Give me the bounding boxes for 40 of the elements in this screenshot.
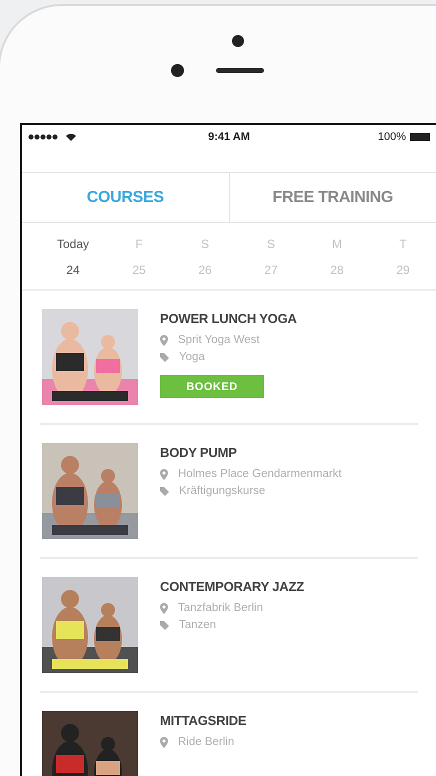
location-pin-icon xyxy=(160,736,168,748)
battery-icon xyxy=(410,133,430,141)
course-category: Tanzen xyxy=(179,619,216,631)
course-title: MITTAGSRIDE xyxy=(160,713,246,728)
location-pin-icon xyxy=(160,468,168,480)
course-title: CONTEMPORARY JAZZ xyxy=(160,579,304,594)
course-category: Kräftigungskurse xyxy=(179,485,266,497)
day-weekday[interactable]: Today xyxy=(56,237,90,251)
day-date[interactable]: 29 xyxy=(396,263,410,277)
status-time: 9:41 AM xyxy=(208,131,250,143)
tag-icon xyxy=(160,486,169,496)
day-weekday[interactable]: S xyxy=(200,237,209,251)
course-title: BODY PUMP xyxy=(160,445,238,460)
day-weekday[interactable]: F xyxy=(135,237,143,251)
course-category: Yoga xyxy=(179,351,205,363)
day-weekday[interactable]: S xyxy=(266,237,275,251)
day-date[interactable]: 27 xyxy=(264,263,278,277)
tag-icon xyxy=(160,620,169,630)
tag-icon xyxy=(160,352,169,362)
course-title: POWER LUNCH YOGA xyxy=(160,311,297,326)
course-location: Holmes Place Gendarmenmarkt xyxy=(178,468,342,480)
day-date[interactable]: 26 xyxy=(198,263,212,277)
course-location: Sprit Yoga West xyxy=(178,334,260,346)
front-camera xyxy=(170,64,184,77)
location-pin-icon xyxy=(160,602,168,614)
day-date[interactable]: 28 xyxy=(330,263,344,277)
tab[interactable]: FREE TRAINING xyxy=(228,173,436,222)
course-location: Ride Berlin xyxy=(178,736,234,748)
booked-badge: BOOKED xyxy=(160,375,264,398)
day-weekday[interactable]: M xyxy=(332,237,342,251)
course-location: Tanzfabrik Berlin xyxy=(178,602,264,614)
camera-dot xyxy=(232,35,244,47)
tab[interactable]: COURSES xyxy=(22,173,228,222)
location-pin-icon xyxy=(160,334,168,346)
speaker-grille xyxy=(216,68,264,73)
day-weekday[interactable]: T xyxy=(399,237,407,251)
wifi-icon xyxy=(66,133,76,141)
day-date[interactable]: 25 xyxy=(132,263,146,277)
day-date[interactable]: 24 xyxy=(66,263,80,277)
battery-percent: 100% xyxy=(378,131,406,143)
